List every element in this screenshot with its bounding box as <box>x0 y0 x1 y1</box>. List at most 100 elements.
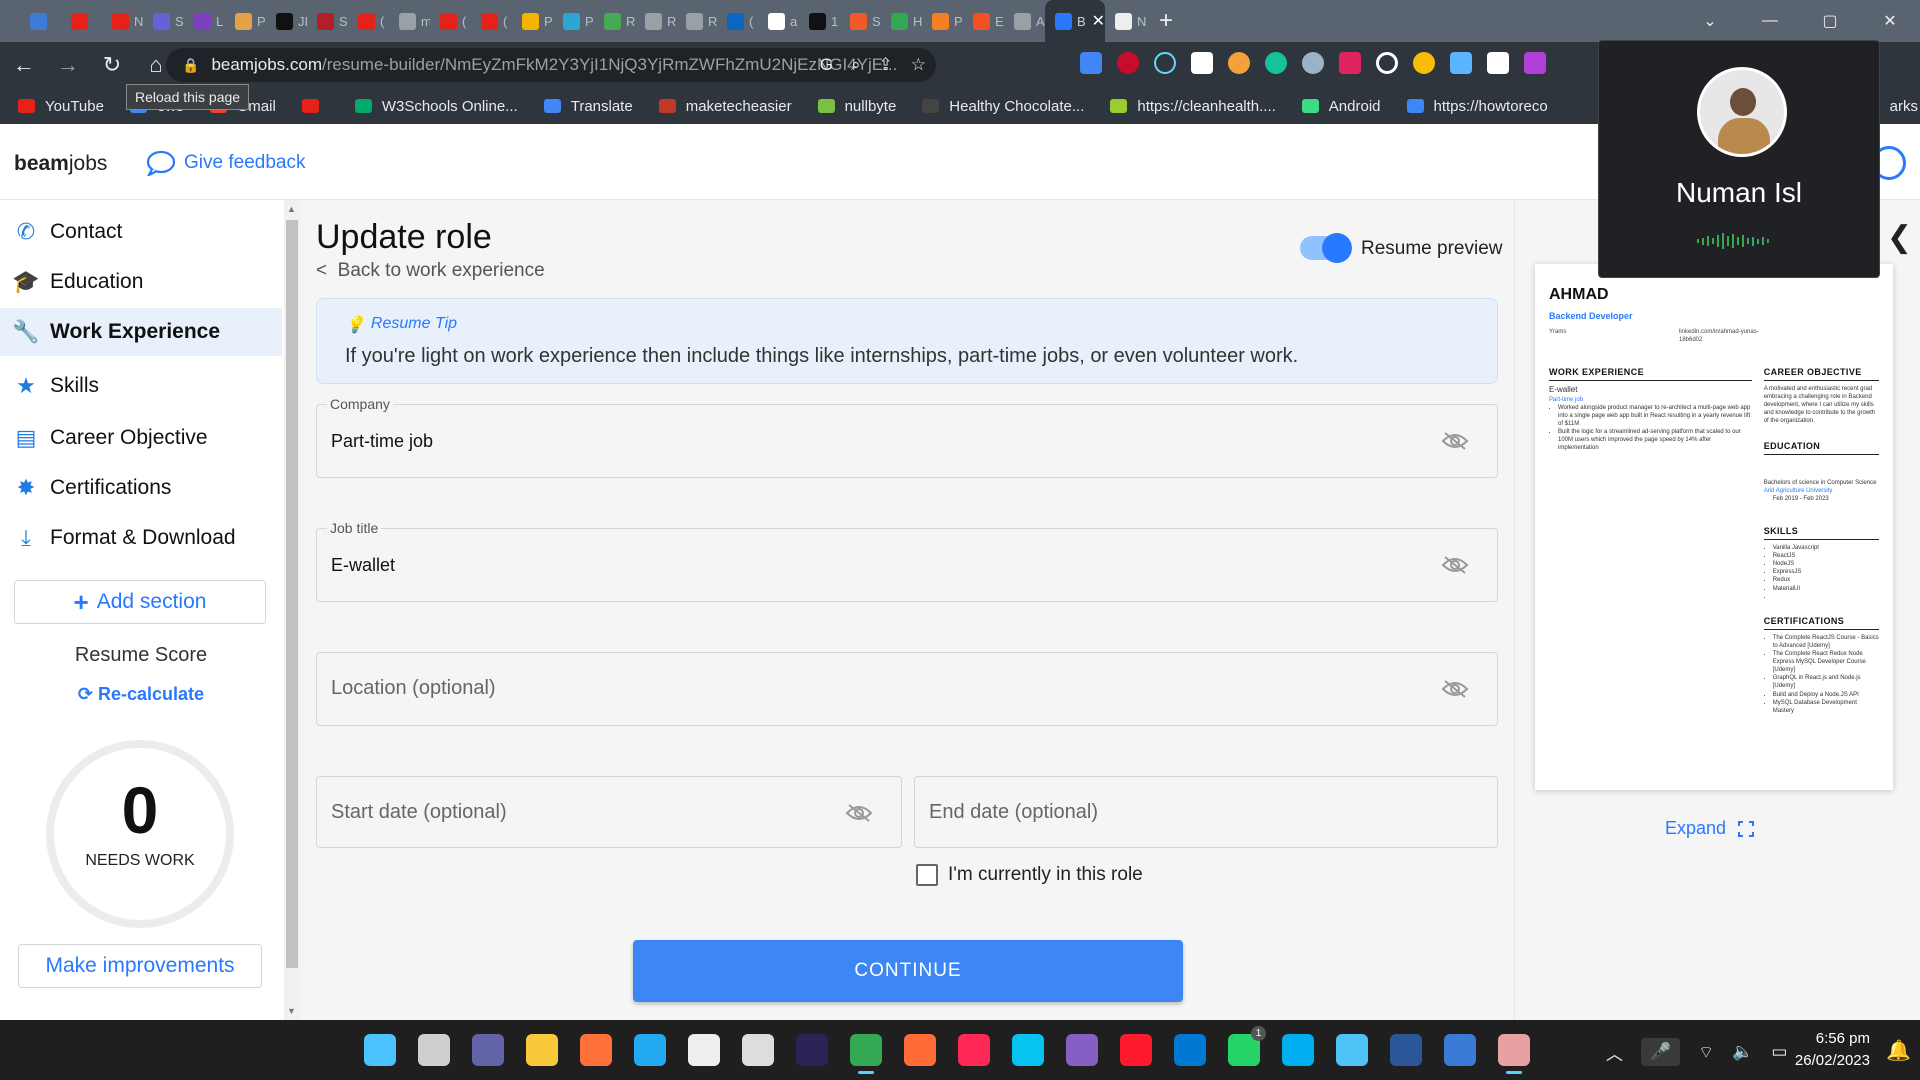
resume-preview-toggle[interactable] <box>1300 233 1352 263</box>
sidebar-item-certifications[interactable]: ✸ Certifications <box>0 464 282 512</box>
extension-red-play-icon[interactable] <box>1339 52 1361 74</box>
browser-tab[interactable]: ( <box>430 0 471 42</box>
browser-tab[interactable]: ( <box>348 0 389 42</box>
browser-tab[interactable]: R <box>594 0 635 42</box>
job-title-field[interactable]: Job title E-wallet <box>316 520 1498 602</box>
tab-search-chevron-icon[interactable]: ⌄ <box>1680 11 1740 31</box>
webstorm-icon[interactable] <box>1012 1034 1044 1066</box>
company-field[interactable]: Company Part-time job <box>316 396 1498 478</box>
translate-extension-icon[interactable] <box>1080 52 1102 74</box>
extension-hand-icon[interactable] <box>1191 52 1213 74</box>
browser-tab[interactable]: P <box>512 0 553 42</box>
browser-tab[interactable]: N <box>1105 0 1146 42</box>
bookmark-star-icon[interactable]: ☆ <box>911 55 926 75</box>
word-icon[interactable] <box>1390 1034 1422 1066</box>
firefox-icon[interactable] <box>580 1034 612 1066</box>
volume-icon[interactable]: 🔈 <box>1732 1042 1753 1062</box>
extension-purple-icon[interactable] <box>1524 52 1546 74</box>
continue-button[interactable]: CONTINUE <box>633 940 1183 1002</box>
hide-field-eye-icon[interactable] <box>1441 431 1469 451</box>
address-bar[interactable]: 🔒 beamjobs.com /resume-builder/NmEyZmFkM… <box>166 48 936 82</box>
browser-tab[interactable]: JI <box>266 0 307 42</box>
browser-tab[interactable]: L <box>184 0 225 42</box>
bookmarks-overflow-label[interactable]: arks <box>1890 98 1918 115</box>
back-button[interactable]: ← <box>4 45 44 85</box>
share-icon[interactable]: ⇪ <box>879 55 893 75</box>
notification-bell-icon[interactable]: 🔔 <box>1886 1038 1911 1063</box>
location-field[interactable]: Location (optional) <box>316 652 1498 726</box>
adblock-plus-icon[interactable] <box>1117 52 1139 74</box>
forward-button[interactable]: → <box>48 45 88 85</box>
whatsapp-icon[interactable]: 1 <box>1228 1026 1266 1066</box>
hide-field-eye-icon[interactable] <box>1441 679 1469 699</box>
browser-tab[interactable]: E <box>963 0 1004 42</box>
postman-icon[interactable] <box>904 1034 936 1066</box>
extension-bulb-icon[interactable] <box>1228 52 1250 74</box>
browser-tab[interactable]: S <box>307 0 348 42</box>
job-title-value[interactable]: E-wallet <box>331 555 1275 576</box>
bookmark-item[interactable]: Translate <box>543 98 633 115</box>
hide-field-eye-icon[interactable] <box>1441 555 1469 575</box>
resume-preview-page[interactable]: AHMAD Backend Developer Yrams linkedin.c… <box>1535 264 1893 790</box>
task-view-icon[interactable] <box>418 1034 450 1066</box>
sidebar-item-skills[interactable]: ★ Skills <box>0 362 282 410</box>
grammarly-icon[interactable] <box>1265 52 1287 74</box>
teams-chat-icon[interactable] <box>472 1034 504 1066</box>
bookmark-item[interactable]: Android <box>1301 98 1381 115</box>
bookmark-item[interactable]: maketecheasier <box>658 98 792 115</box>
skype-icon[interactable] <box>1282 1034 1314 1066</box>
collapse-preview-chevron-icon[interactable]: ❮ <box>1887 220 1912 255</box>
back-to-work-experience-link[interactable]: < Back to work experience <box>316 260 545 282</box>
browser-tab[interactable]: N <box>102 0 143 42</box>
browser-tab[interactable]: a <box>758 0 799 42</box>
give-feedback-link[interactable]: Give feedback <box>146 150 305 176</box>
bookmark-item[interactable]: https://howtoreco <box>1406 98 1548 115</box>
react-devtools-icon[interactable] <box>1154 52 1176 74</box>
network-icon[interactable] <box>1444 1034 1476 1066</box>
google-lens-icon[interactable]: G <box>820 55 833 75</box>
reload-button[interactable]: ↻ <box>92 45 132 85</box>
wordpad-icon[interactable] <box>688 1034 720 1066</box>
opera-icon[interactable] <box>1120 1034 1152 1066</box>
browser-tab[interactable]: R <box>635 0 676 42</box>
browser-tab[interactable]: P <box>553 0 594 42</box>
wifi-icon[interactable]: ⌔ <box>1698 1042 1714 1063</box>
chrome-icon[interactable] <box>850 1034 882 1074</box>
extension-b-icon[interactable] <box>1487 52 1509 74</box>
browser-tab[interactable]: R <box>676 0 717 42</box>
browser-tab[interactable]: m <box>389 0 430 42</box>
beamjobs-logo[interactable]: beamjobs <box>14 152 107 176</box>
extension-circle-icon[interactable] <box>1302 52 1324 74</box>
microphone-icon[interactable]: 🎤 <box>1641 1038 1681 1066</box>
sidebar-item-contact[interactable]: ✆ Contact <box>0 208 282 256</box>
browser-tab[interactable]: P <box>922 0 963 42</box>
maximize-button[interactable]: ▢ <box>1800 11 1860 31</box>
sidebar-item-work-experience[interactable]: 🔧 Work Experience <box>0 308 282 356</box>
browser-tab[interactable]: ( <box>717 0 758 42</box>
browser-tab[interactable]: S <box>143 0 184 42</box>
sidebar-item-format-download[interactable]: ⤓ Format & Download <box>0 514 282 562</box>
extension-target-icon[interactable] <box>1376 52 1398 74</box>
hide-field-eye-icon[interactable] <box>845 803 873 823</box>
close-tab-icon[interactable]: ✕ <box>1092 11 1105 31</box>
sidebar-item-career-objective[interactable]: ▤ Career Objective <box>0 414 282 462</box>
extension-diamond-icon[interactable] <box>1450 52 1472 74</box>
browser-tab[interactable]: P <box>225 0 266 42</box>
close-window-button[interactable]: ✕ <box>1860 11 1920 31</box>
browser-tab[interactable]: A <box>1004 0 1045 42</box>
notepad-icon[interactable] <box>1336 1034 1368 1066</box>
scroll-up-arrow-icon[interactable]: ▲ <box>287 204 296 214</box>
bookmark-item[interactable]: YouTube <box>18 98 104 115</box>
vscode-icon[interactable] <box>634 1034 666 1066</box>
make-improvements-button[interactable]: Make improvements <box>18 944 262 988</box>
recalculate-button[interactable]: ⟳ Re-calculate <box>0 684 282 705</box>
snipping-tool-icon[interactable] <box>1498 1034 1530 1074</box>
taskbar-clock[interactable]: 6:56 pm 26/02/2023 <box>1790 1028 1870 1072</box>
intellij-icon[interactable] <box>958 1034 990 1066</box>
browser-tab[interactable]: S <box>840 0 881 42</box>
currently-in-role-label[interactable]: I'm currently in this role <box>948 864 1143 886</box>
calendar-icon[interactable] <box>742 1034 774 1066</box>
mail-icon[interactable] <box>1174 1034 1206 1066</box>
expand-preview-button[interactable]: Expand <box>1665 818 1755 839</box>
color-picker-icon[interactable] <box>1413 52 1435 74</box>
